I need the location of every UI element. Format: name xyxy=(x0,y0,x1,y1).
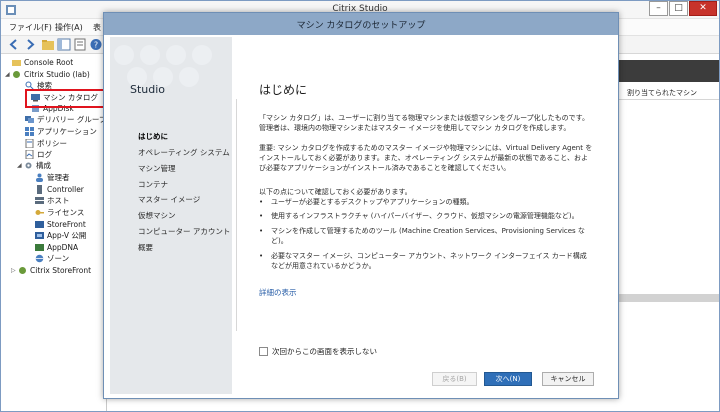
annotation-highlight-box xyxy=(25,89,106,108)
tree-item-appv-publishing[interactable]: App-V 公開 xyxy=(35,230,86,241)
wizard-content: はじめに 「マシン カタログ」は、ユーザーに割り当てる物理マシンまたは仮想マシン… xyxy=(232,37,612,394)
configuration-icon xyxy=(25,162,32,169)
applications-icon xyxy=(25,127,34,136)
licensing-icon xyxy=(35,210,44,215)
hosting-icon xyxy=(35,197,44,204)
dialog-titlebar: マシン カタログのセットアップ xyxy=(104,13,618,35)
forward-arrow-icon[interactable] xyxy=(23,38,37,51)
appdna-icon xyxy=(35,244,44,251)
back-button[interactable]: 戻る(B) xyxy=(432,372,477,386)
window-controls: – □ ✕ xyxy=(648,1,717,17)
back-arrow-icon[interactable] xyxy=(7,38,21,51)
wizard-brand: Studio xyxy=(130,83,166,96)
tree-item-label: App-V 公開 xyxy=(47,231,87,240)
content-divider xyxy=(236,99,237,331)
tree-item-label: ゾーン xyxy=(47,254,70,263)
tree-item-label: Citrix StoreFront xyxy=(30,266,92,275)
wizard-step-master-image[interactable]: マスター イメージ xyxy=(138,194,200,205)
checklist-item: • ユーザーが必要とするデスクトップやアプリケーションの種類。 xyxy=(259,198,474,206)
zones-icon xyxy=(35,254,44,263)
console-tree: Console Root ◢ Citrix Studio (lab) 検索 マシン… xyxy=(1,54,107,411)
console-tree-icon[interactable] xyxy=(57,38,71,51)
minimize-button[interactable]: – xyxy=(649,1,668,16)
maximize-button[interactable]: □ xyxy=(669,1,688,16)
tree-item-citrix-storefront[interactable]: ▷ Citrix StoreFront xyxy=(11,265,91,276)
svg-text:?: ? xyxy=(94,41,98,50)
help-icon[interactable]: ? xyxy=(89,38,103,51)
appv-icon xyxy=(35,232,44,239)
tree-item-licensing[interactable]: ライセンス xyxy=(35,207,84,218)
details-link[interactable]: 詳細の表示 xyxy=(259,287,297,298)
wizard-step-virtual-machines[interactable]: 仮想マシン xyxy=(138,210,176,221)
wizard-step-operating-system[interactable]: オペレーティング システム xyxy=(138,147,230,158)
tree-item-label: Controller xyxy=(47,185,84,194)
tree-item-configuration[interactable]: ◢ 構成 xyxy=(17,160,51,171)
close-button[interactable]: ✕ xyxy=(689,1,717,16)
folder-icon xyxy=(12,60,21,66)
details-divider xyxy=(619,294,719,302)
dialog-body: Studio はじめに オペレーティング システム マシン管理 コンテナ マスタ… xyxy=(110,37,612,394)
tree-item-administrators[interactable]: 管理者 xyxy=(35,172,70,183)
tree-item-storefront[interactable]: StoreFront xyxy=(35,219,86,230)
tree-item-label: アプリケーション xyxy=(37,127,97,136)
menu-file[interactable]: ファイル(F) xyxy=(9,22,52,33)
tree-item-console-root[interactable]: Console Root xyxy=(5,57,73,68)
controller-icon xyxy=(37,185,42,194)
tree-item-logging[interactable]: ログ xyxy=(25,149,52,160)
tree-item-delivery-groups[interactable]: デリバリー グループ xyxy=(25,114,106,125)
dont-show-again-checkbox[interactable]: 次回からこの画面を表示しない xyxy=(259,346,377,357)
tree-item-label: ホスト xyxy=(47,196,70,205)
next-button[interactable]: 次へ(N) xyxy=(484,372,532,386)
checklist-item: • 必要なマスター イメージ、コンピューター アカウント、ネットワーク インターフ… xyxy=(259,252,587,270)
page-heading: はじめに xyxy=(259,83,308,97)
menu-view[interactable]: 表 xyxy=(93,22,101,33)
tree-item-label: 管理者 xyxy=(47,173,70,182)
delivery-group-icon xyxy=(25,116,34,123)
machine-catalog-setup-dialog: マシン カタログのセットアップ Studio はじめに オペレーティング システ… xyxy=(103,12,619,399)
tree-item-controllers[interactable]: Controller xyxy=(35,184,84,195)
storefront-icon xyxy=(35,221,44,228)
cancel-button[interactable]: キャンセル xyxy=(542,372,594,386)
tree-item-label: Console Root xyxy=(24,58,74,67)
tree-item-label: ポリシー xyxy=(37,139,67,148)
checklist-item: • マシンを作成して管理するためのツール (Machine Creation Se… xyxy=(259,227,585,245)
properties-icon[interactable] xyxy=(73,38,87,51)
policy-icon xyxy=(25,139,34,148)
checkbox-box[interactable] xyxy=(259,347,268,356)
citrix-storefront-icon xyxy=(19,267,26,274)
details-header-bar xyxy=(619,60,719,82)
tree-item-applications[interactable]: アプリケーション xyxy=(25,126,97,137)
folder-icon[interactable] xyxy=(41,38,55,51)
wizard-step-summary[interactable]: 概要 xyxy=(138,242,153,253)
tree-item-hosting[interactable]: ホスト xyxy=(35,195,70,206)
tree-item-zones[interactable]: ゾーン xyxy=(35,253,69,264)
tree-item-citrix-studio[interactable]: ◢ Citrix Studio (lab) xyxy=(5,69,90,80)
log-icon xyxy=(25,150,34,159)
wizard-step-container[interactable]: コンテナ xyxy=(138,179,168,190)
menu-action[interactable]: 操作(A) xyxy=(55,22,83,33)
administrators-icon xyxy=(36,173,43,182)
tree-item-label: 構成 xyxy=(36,161,51,170)
tree-item-label: デリバリー グループ xyxy=(37,115,107,124)
checklist-intro: 以下の点について確認しておく必要があります。 xyxy=(259,188,412,196)
important-paragraph: 重要: マシン カタログを作成するためのマスター イメージや物理マシンには、Vi… xyxy=(259,144,593,172)
column-header-assigned-machines[interactable]: 割り当てられたマシン xyxy=(619,88,719,100)
tree-item-label: StoreFront xyxy=(47,220,86,229)
tree-item-label: AppDNA xyxy=(47,243,79,252)
tree-item-label: ログ xyxy=(37,150,52,159)
dialog-title: マシン カタログのセットアップ xyxy=(296,21,426,31)
tree-item-appdna[interactable]: AppDNA xyxy=(35,242,78,253)
dont-show-again-label: 次回からこの画面を表示しない xyxy=(272,347,377,356)
wizard-step-computer-accounts[interactable]: コンピューター アカウント xyxy=(138,226,230,237)
tree-item-label: ライセンス xyxy=(47,208,85,217)
intro-paragraph: 「マシン カタログ」は、ユーザーに割り当てる物理マシンまたは仮想マシンをグループ… xyxy=(259,114,589,132)
wizard-sidebar: Studio はじめに オペレーティング システム マシン管理 コンテナ マスタ… xyxy=(110,37,232,394)
citrix-icon xyxy=(13,71,20,78)
wizard-step-machine-management[interactable]: マシン管理 xyxy=(138,163,176,174)
wizard-step-introduction[interactable]: はじめに xyxy=(138,131,168,142)
details-pane: 割り当てられたマシン xyxy=(619,54,719,411)
tree-item-label: Citrix Studio (lab) xyxy=(24,70,90,79)
tree-item-policies[interactable]: ポリシー xyxy=(25,138,67,149)
checklist-item: • 使用するインフラストラクチャ (ハイパーバイザー、クラウド、仮想マシンの電源管… xyxy=(259,212,579,220)
